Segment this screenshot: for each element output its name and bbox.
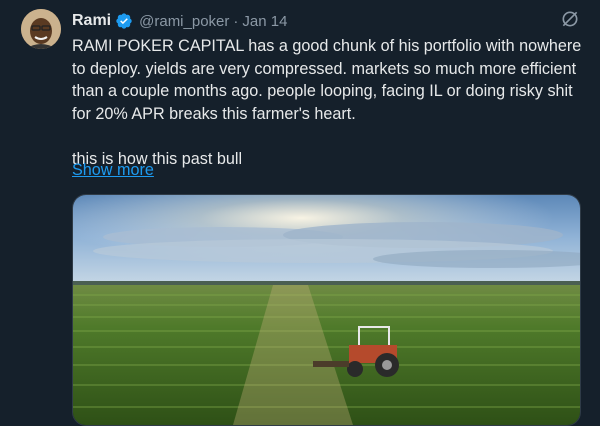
grok-slash-icon[interactable] bbox=[560, 9, 580, 29]
tweet-text-paragraph: RAMI POKER CAPITAL has a good chunk of h… bbox=[72, 37, 582, 123]
tweet-header: Rami @rami_poker · Jan 14 bbox=[72, 10, 287, 32]
author-handle[interactable]: @rami_poker bbox=[139, 13, 229, 30]
tweet-card[interactable]: Rami @rami_poker · Jan 14 RAMI POKER CAP… bbox=[0, 0, 600, 426]
farm-photo bbox=[73, 195, 580, 425]
author-name[interactable]: Rami bbox=[72, 12, 111, 30]
tweet-date[interactable]: Jan 14 bbox=[242, 13, 287, 30]
tweet-text: RAMI POKER CAPITAL has a good chunk of h… bbox=[72, 35, 582, 170]
avatar-image bbox=[21, 9, 61, 49]
avatar[interactable] bbox=[21, 9, 61, 49]
verified-badge-icon[interactable] bbox=[115, 12, 133, 30]
show-more-link[interactable]: Show more bbox=[72, 161, 154, 180]
tweet-media-image[interactable] bbox=[72, 194, 581, 426]
header-separator: · bbox=[233, 12, 239, 30]
